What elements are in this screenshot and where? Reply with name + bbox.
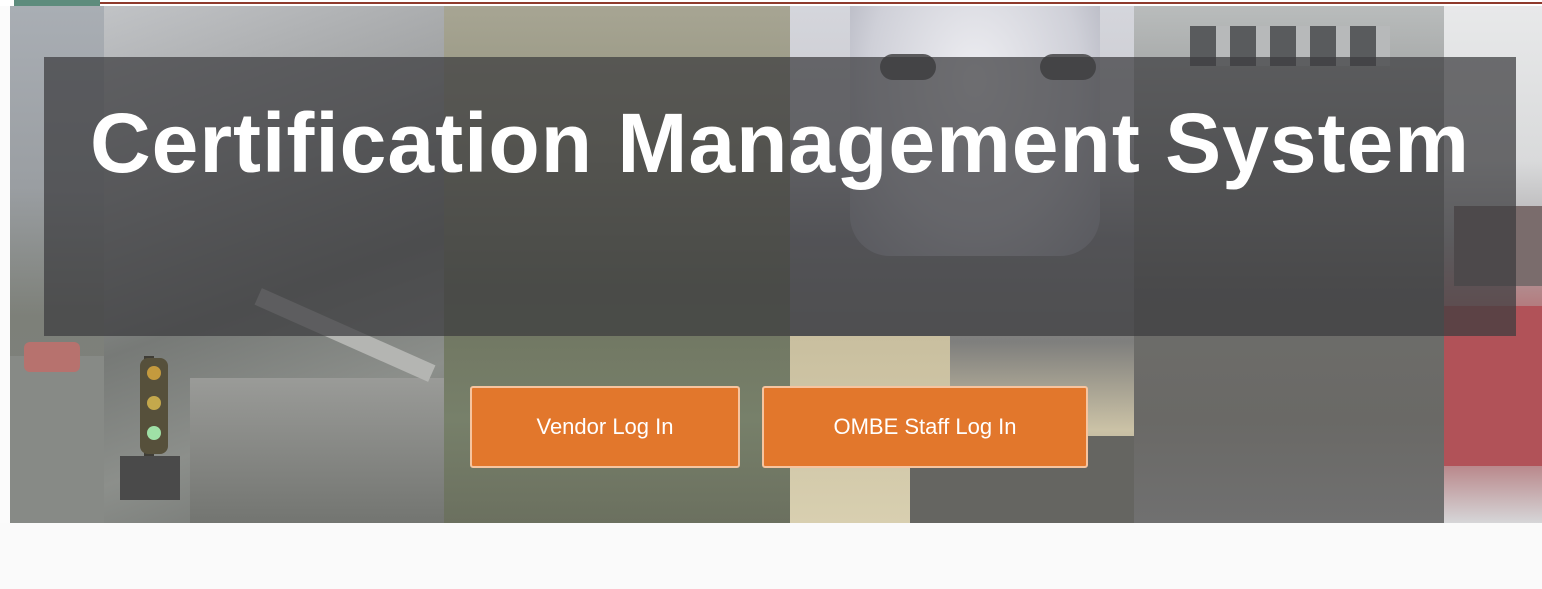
car-shape: [24, 342, 80, 372]
signal-box: [120, 456, 180, 500]
page-title: Certification Management System: [89, 96, 1470, 190]
accent-bar-red: [100, 2, 1542, 4]
staff-login-button[interactable]: OMBE Staff Log In: [762, 386, 1088, 468]
highway-road: [10, 356, 104, 523]
traffic-light-middle-lamp: [147, 396, 161, 410]
traffic-light-bottom-lamp: [147, 426, 161, 440]
traffic-light-top-lamp: [147, 366, 161, 380]
bridge-deck: [190, 378, 444, 523]
vendor-login-button[interactable]: Vendor Log In: [470, 386, 740, 468]
landing-page: Certification Management System Vendor L…: [0, 0, 1542, 589]
content-area-below-hero: [0, 523, 1542, 589]
